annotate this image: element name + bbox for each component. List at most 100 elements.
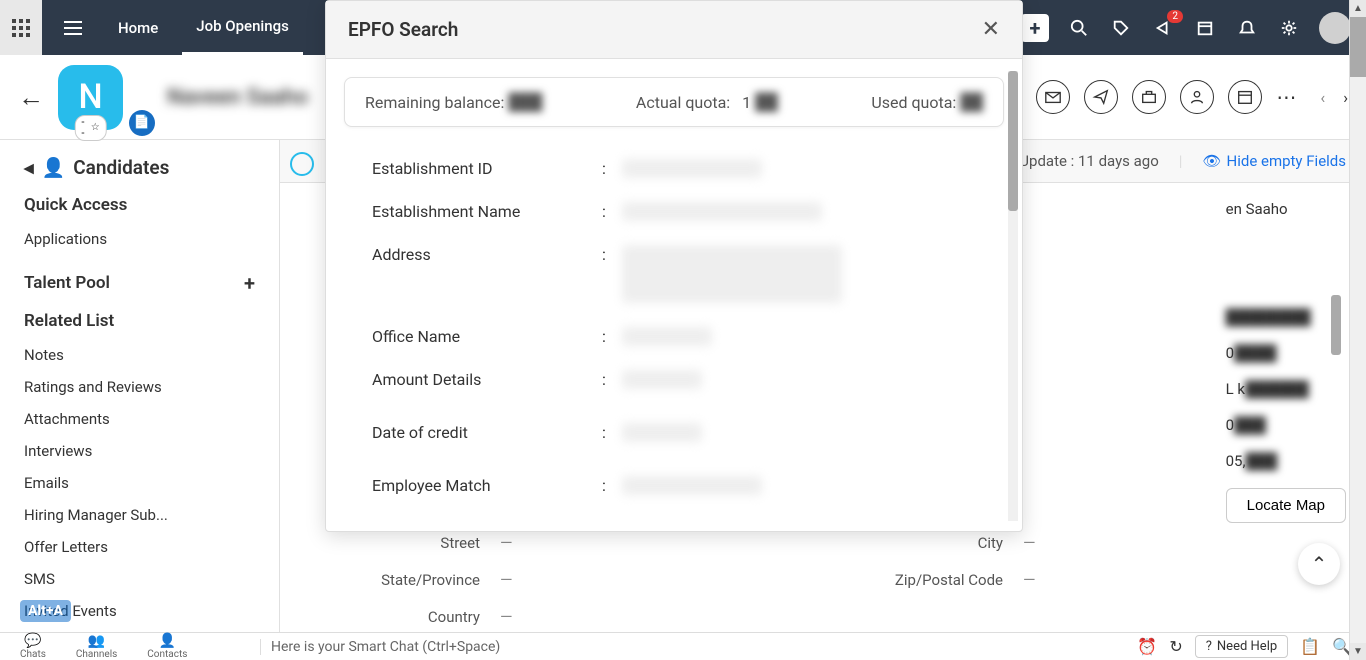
row-establishment-name-label: Establishment Name	[372, 202, 602, 221]
bottom-tab-contacts[interactable]: 👤Contacts	[147, 633, 187, 660]
clock-icon[interactable]: ⏰	[1137, 637, 1157, 656]
collapse-icon[interactable]: ◂	[24, 156, 34, 179]
actual-quota-label: Actual quota:	[636, 93, 730, 112]
row-office-name-value	[622, 327, 712, 346]
hide-empty-fields-link[interactable]: 👁Hide empty Fields	[1202, 152, 1346, 170]
sidebar-emails[interactable]: Emails	[24, 467, 255, 499]
status-circle-icon[interactable]	[290, 152, 314, 176]
candidate-name: Naveen Saaho	[167, 85, 308, 110]
search-icon[interactable]	[1067, 16, 1091, 40]
modal-scrollbar[interactable]	[1008, 71, 1018, 521]
user-avatar[interactable]	[1319, 12, 1351, 44]
content-scrollbar[interactable]	[1331, 205, 1341, 625]
sidebar-hiring-manager[interactable]: Hiring Manager Sub...	[24, 499, 255, 531]
sidebar-title: ◂👤Candidates	[24, 156, 255, 179]
modal-scroll-thumb[interactable]	[1008, 71, 1018, 211]
apps-launcher-icon[interactable]	[0, 0, 42, 55]
quick-access-heading: Quick Access	[24, 195, 255, 215]
smart-chat-input[interactable]: Here is your Smart Chat (Ctrl+Space)	[260, 639, 1123, 655]
country-value[interactable]: —	[500, 607, 513, 626]
sidebar-applications[interactable]: Applications	[24, 223, 255, 255]
row-establishment-name-value	[622, 202, 822, 221]
document-badge-icon[interactable]: 📄	[129, 110, 155, 136]
nav-job-openings[interactable]: Job Openings	[182, 0, 303, 55]
send-action-icon[interactable]	[1084, 80, 1118, 114]
row-date-of-credit-value	[622, 423, 702, 442]
settings-gear-icon[interactable]	[1277, 16, 1301, 40]
row-address-value	[622, 245, 842, 303]
contacts-icon: 👤	[147, 633, 187, 649]
row-date-of-credit-label: Date of credit	[372, 423, 602, 442]
chats-icon: 💬	[20, 633, 46, 649]
row-office-name-label: Office Name	[372, 327, 602, 346]
row-address-label: Address	[372, 245, 602, 264]
person-icon: 👤	[42, 156, 66, 179]
row-employee-match-label: Employee Match	[372, 476, 602, 495]
modal-close-icon[interactable]: ✕	[982, 17, 1000, 42]
prev-record-icon[interactable]: ‹	[1320, 88, 1325, 107]
partial-name-row: en Saaho	[1226, 200, 1346, 218]
content-scroll-thumb[interactable]	[1331, 295, 1341, 355]
state-value[interactable]: —	[500, 570, 513, 589]
zip-value[interactable]: —	[1023, 570, 1036, 589]
actual-quota-value-partial: 1	[742, 93, 751, 112]
user-action-icon[interactable]	[1180, 80, 1214, 114]
state-label: State/Province	[320, 571, 500, 589]
scroll-down-arrow[interactable]: ▼	[1350, 643, 1366, 660]
city-value[interactable]: —	[1023, 533, 1036, 552]
avatar-letter: N	[78, 77, 102, 117]
calendar-action-icon[interactable]	[1228, 80, 1262, 114]
row-establishment-id-label: Establishment ID	[372, 159, 602, 178]
talent-pool-heading: Talent Pool+	[24, 271, 255, 295]
sidebar-ratings[interactable]: Ratings and Reviews	[24, 371, 255, 403]
candidate-avatar[interactable]: N --☆ 📄	[58, 65, 123, 130]
hide-icon: 👁	[1202, 152, 1221, 170]
epfo-search-modal: EPFO Search ✕ Remaining balance:███ Actu…	[325, 0, 1023, 532]
sidebar-notes[interactable]: Notes	[24, 339, 255, 371]
row-amount-details-label: Amount Details	[372, 370, 602, 389]
more-actions-icon[interactable]: ⋯	[1276, 85, 1296, 109]
quota-box: Remaining balance:███ Actual quota: 1██ …	[344, 77, 1004, 127]
sidebar-sms[interactable]: SMS	[24, 563, 255, 595]
help-icon: ?	[1206, 639, 1212, 654]
remaining-balance-value: ███	[508, 92, 542, 112]
scroll-up-arrow[interactable]: ▲	[1350, 0, 1366, 17]
window-scroll-thumb[interactable]	[1350, 17, 1366, 77]
city-label: City	[843, 534, 1023, 552]
bottom-tab-channels[interactable]: 👥Channels	[76, 633, 117, 660]
sidebar-interviews[interactable]: Interviews	[24, 435, 255, 467]
right-info-partial: en Saaho ████████ 0████ L k██████ 0███ 0…	[1226, 200, 1346, 541]
row-establishment-id-value	[622, 159, 762, 178]
modal-title: EPFO Search	[348, 18, 458, 41]
need-help-button[interactable]: ?Need Help	[1195, 635, 1288, 658]
add-button[interactable]: +	[1021, 14, 1049, 42]
row-amount-details-value	[622, 370, 702, 389]
street-value[interactable]: —	[500, 533, 513, 552]
street-label: Street	[320, 534, 500, 552]
bottom-bar: 💬Chats 👥Channels 👤Contacts Here is your …	[0, 632, 1366, 660]
sidebar-attachments[interactable]: Attachments	[24, 403, 255, 435]
used-quota-label: Used quota:	[871, 93, 956, 112]
tag-icon[interactable]	[1109, 16, 1133, 40]
clipboard-icon[interactable]: 📋	[1300, 637, 1320, 656]
channels-icon: 👥	[76, 633, 117, 649]
bell-icon[interactable]	[1235, 16, 1259, 40]
window-scrollbar[interactable]: ▲ ▼	[1349, 0, 1366, 660]
nav-home[interactable]: Home	[104, 19, 172, 37]
bottom-tab-chats[interactable]: 💬Chats	[20, 633, 46, 660]
hamburger-menu-icon[interactable]	[52, 19, 94, 37]
briefcase-action-icon[interactable]	[1132, 80, 1166, 114]
back-arrow-icon[interactable]: ←	[18, 82, 44, 113]
used-quota-value: ██	[960, 92, 983, 112]
sidebar-offer-letters[interactable]: Offer Letters	[24, 531, 255, 563]
next-record-icon[interactable]: ›	[1343, 88, 1348, 107]
related-list-heading: Related List	[24, 311, 255, 331]
calendar-icon[interactable]	[1193, 16, 1217, 40]
mail-action-icon[interactable]	[1036, 80, 1070, 114]
history-icon[interactable]: ↻	[1169, 637, 1182, 656]
add-talent-pool-icon[interactable]: +	[244, 271, 255, 295]
row-employee-match-value	[622, 476, 762, 495]
sidebar: ◂👤Candidates Quick Access Applications T…	[0, 140, 280, 632]
zip-label: Zip/Postal Code	[843, 571, 1023, 589]
announcements-icon[interactable]: 2	[1151, 16, 1175, 40]
